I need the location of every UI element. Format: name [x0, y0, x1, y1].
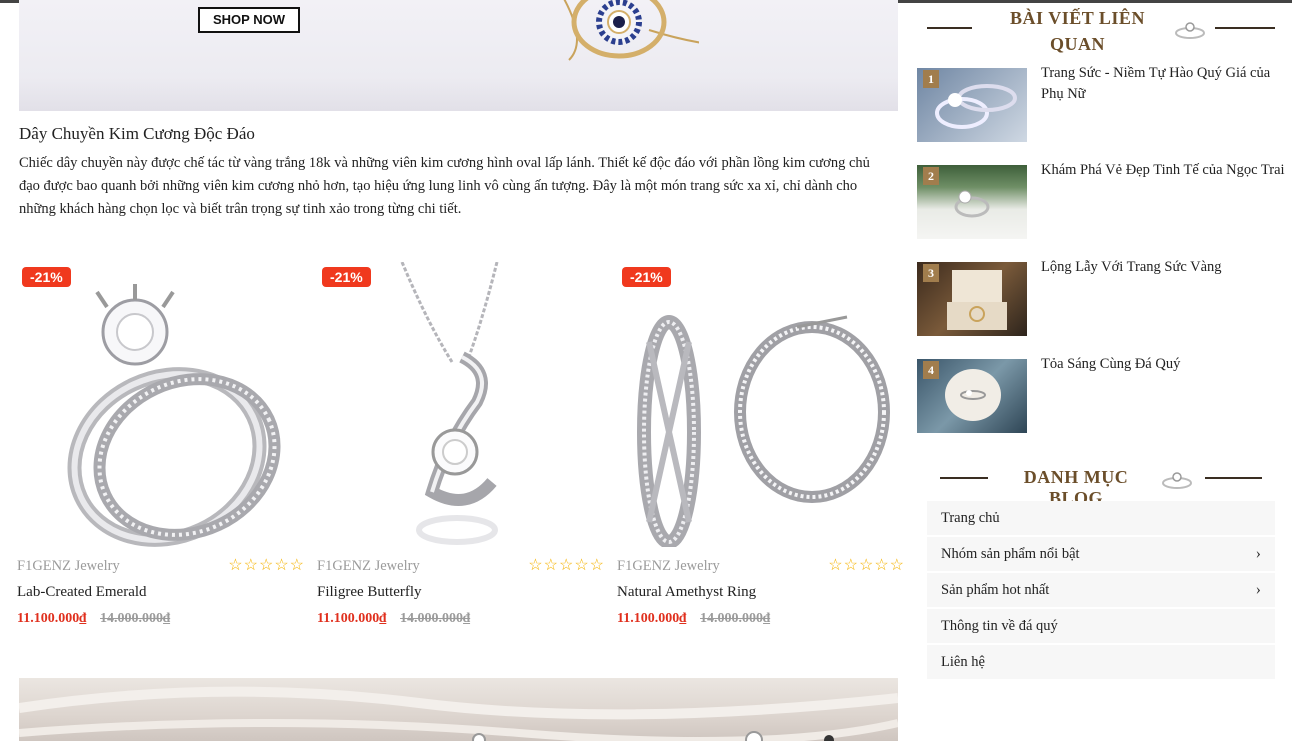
menu-item-label: Sản phẩm hot nhất: [941, 582, 1050, 598]
post-title[interactable]: Tỏa Sáng Cùng Đá Quý: [1041, 354, 1285, 375]
menu-item-contact[interactable]: Liên hệ: [927, 645, 1275, 679]
related-posts-title-line1: BÀI VIẾT LIÊN: [1010, 8, 1145, 28]
product-name[interactable]: Natural Amethyst Ring: [617, 584, 756, 601]
title-divider: [927, 27, 972, 29]
title-divider: [940, 477, 988, 479]
article-body: Chiếc dây chuyền này được chế tác từ vàn…: [19, 155, 870, 217]
discount-badge: -21%: [322, 267, 371, 287]
menu-item-hot-products[interactable]: Sản phẩm hot nhất ›: [927, 573, 1275, 607]
discount-badge: -21%: [622, 267, 671, 287]
blog-category-menu: Trang chủ Nhóm sản phẩm nổi bật › Sản ph…: [927, 501, 1275, 681]
product-old-price: 14.000.000₫: [700, 611, 771, 626]
related-post-item[interactable]: 2 Khám Phá Vẻ Đẹp Tinh Tế của Ngọc Trai: [917, 162, 1287, 239]
menu-item-label: Liên hệ: [941, 654, 985, 670]
ring-set-icon[interactable]: [17, 262, 305, 547]
silk-jewelry-photo: [19, 686, 898, 741]
bottom-banner[interactable]: [19, 678, 898, 741]
hoop-earrings-icon[interactable]: [617, 262, 905, 547]
chevron-right-icon[interactable]: ›: [1256, 573, 1261, 607]
rating-stars-icon: ☆☆☆☆☆: [528, 557, 605, 574]
product-brand[interactable]: F1GENZ Jewelry: [617, 558, 720, 575]
product-price: 11.100.000₫: [317, 611, 387, 626]
product-price: 11.100.000₫: [617, 611, 687, 626]
related-post-item[interactable]: 3 Lộng Lẫy Với Trang Sức Vàng: [917, 259, 1287, 336]
product-card[interactable]: -21% F1GENZ Jewelry ☆☆☆☆☆ Natural Amethy…: [617, 262, 905, 642]
rating-stars-icon: ☆☆☆☆☆: [228, 557, 305, 574]
promo-banner[interactable]: SHOP NOW: [19, 0, 898, 111]
ring-decoration-icon: [1162, 472, 1192, 489]
rating-stars-icon: ☆☆☆☆☆: [828, 557, 905, 574]
product-brand[interactable]: F1GENZ Jewelry: [17, 558, 120, 575]
product-old-price: 14.000.000₫: [100, 611, 171, 626]
evil-eye-pendant-icon: [563, 0, 699, 61]
chevron-right-icon[interactable]: ›: [1256, 537, 1261, 571]
related-posts-title-line2: QUAN: [1050, 34, 1105, 54]
post-number: 3: [923, 264, 939, 282]
ring-decoration-icon: [1175, 22, 1205, 39]
menu-item-featured-products[interactable]: Nhóm sản phẩm nổi bật ›: [927, 537, 1275, 571]
post-number: 4: [923, 361, 939, 379]
related-posts-title: BÀI VIẾT LIÊN QUAN: [990, 5, 1165, 57]
menu-item-label: Thông tin về đá quý: [941, 618, 1058, 634]
post-number: 1: [923, 70, 939, 88]
related-post-item[interactable]: 1 Trang Sức - Niềm Tự Hào Quý Giá của Ph…: [917, 65, 1287, 142]
post-title[interactable]: Khám Phá Vẻ Đẹp Tinh Tế của Ngọc Trai: [1041, 160, 1285, 181]
article-title: Dây Chuyền Kim Cương Độc Đáo: [19, 124, 255, 143]
product-old-price: 14.000.000₫: [400, 611, 471, 626]
post-number: 2: [923, 167, 939, 185]
post-title[interactable]: Trang Sức - Niềm Tự Hào Quý Giá của Phụ …: [1041, 63, 1285, 105]
product-price: 11.100.000₫: [17, 611, 87, 626]
title-divider: [1215, 27, 1275, 29]
product-name[interactable]: Filigree Butterfly: [317, 584, 422, 601]
menu-item-label: Nhóm sản phẩm nổi bật: [941, 546, 1080, 562]
title-divider: [1205, 477, 1262, 479]
menu-item-gemstone-info[interactable]: Thông tin về đá quý: [927, 609, 1275, 643]
discount-badge: -21%: [22, 267, 71, 287]
menu-item-home[interactable]: Trang chủ: [927, 501, 1275, 535]
product-card[interactable]: -21% F1GENZ Jewelry ☆☆☆☆☆ Filigree Butte…: [317, 262, 605, 642]
menu-item-label: Trang chủ: [941, 510, 1000, 526]
shop-now-button[interactable]: SHOP NOW: [198, 7, 300, 33]
post-title[interactable]: Lộng Lẫy Với Trang Sức Vàng: [1041, 257, 1285, 278]
related-post-item[interactable]: 4 Tỏa Sáng Cùng Đá Quý: [917, 356, 1287, 433]
product-card[interactable]: -21% F1GENZ Jewelry ☆☆☆☆☆ Lab-Created Em…: [17, 262, 305, 642]
product-name[interactable]: Lab-Created Emerald: [17, 584, 147, 601]
pendant-necklace-icon[interactable]: [317, 262, 605, 547]
product-brand[interactable]: F1GENZ Jewelry: [317, 558, 420, 575]
